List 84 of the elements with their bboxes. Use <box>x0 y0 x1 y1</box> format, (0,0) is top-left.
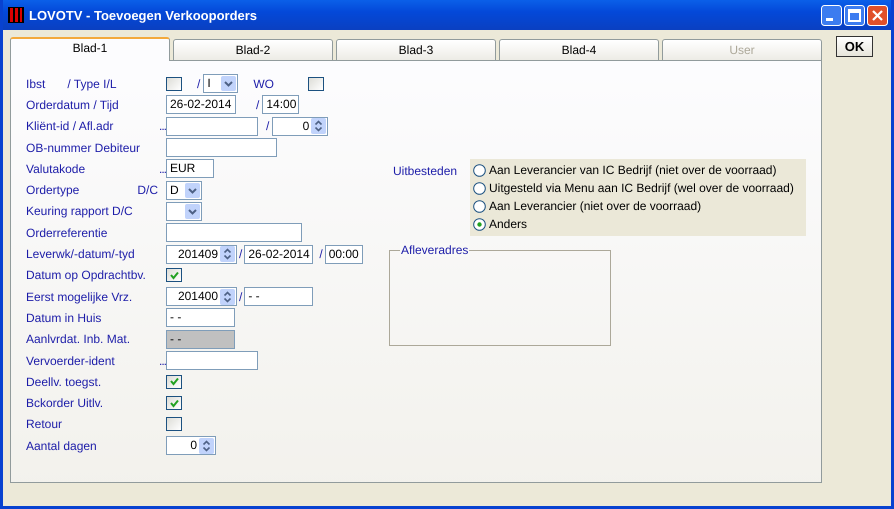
input-field[interactable]: - - <box>166 308 235 328</box>
field-label: Orderdatum / Tijd <box>26 98 119 112</box>
checkbox[interactable] <box>308 76 324 91</box>
separator-slash: / <box>239 290 242 304</box>
checkbox[interactable] <box>166 76 182 91</box>
field-label: WO <box>253 76 274 91</box>
check-icon <box>170 270 178 280</box>
separator-slash: / <box>266 119 270 134</box>
lookup-link[interactable]: ... <box>158 119 166 134</box>
separator-slash: / <box>256 98 260 112</box>
radio-option[interactable]: Aan Leverancier van IC Bedrijf (niet over de voorraad) <box>473 161 798 179</box>
field-label: Uitbesteden <box>393 164 458 178</box>
window-title: LOVOTV - Toevoegen Verkooporders <box>29 8 258 22</box>
spin-field[interactable]: 0 <box>166 436 216 456</box>
minimize-icon[interactable] <box>821 4 842 26</box>
chevron-down-icon[interactable] <box>221 76 236 92</box>
spin-arrows-icon[interactable] <box>311 118 326 134</box>
separator-slash: / <box>197 76 200 91</box>
field-label: Datum op Opdrachtbv. <box>26 268 146 282</box>
separator-slash: / <box>239 247 242 262</box>
field-label: Aantal dagen <box>26 438 97 453</box>
field-label: / Type I/L <box>67 76 116 91</box>
chevron-down-icon[interactable] <box>185 182 200 198</box>
input-field[interactable] <box>166 223 302 242</box>
input-field[interactable] <box>166 351 258 370</box>
checkbox[interactable] <box>166 417 182 432</box>
input-field[interactable]: 00:00 <box>324 244 363 264</box>
field-label: Datum in Huis <box>26 310 102 325</box>
radio-option[interactable]: Anders <box>473 215 798 233</box>
field-label: Aanlvrdat. Inb. Mat. <box>26 332 130 346</box>
field-label: Retour <box>26 417 62 432</box>
ok-button[interactable]: OK <box>836 36 873 57</box>
field-label: Deellv. toegst. <box>26 374 102 389</box>
field-label: Orderreferentie <box>26 226 108 240</box>
field-label: Vervoerder-ident <box>26 354 115 368</box>
input-field[interactable]: 26-02-2014 <box>166 95 236 114</box>
spin-field[interactable]: 0 <box>272 116 328 136</box>
tab[interactable]: Blad-1 <box>10 37 170 61</box>
app-icon <box>8 7 24 23</box>
field-label: Valutakode <box>26 162 86 176</box>
input-field[interactable]: 14:00 <box>262 95 300 114</box>
spin-field[interactable]: 201409 <box>166 244 237 264</box>
field-label: Eerst mogelijke Vrz. <box>26 290 132 304</box>
field-label: Ibst <box>26 76 46 91</box>
field-label: Keuring rapport D/C <box>26 204 133 218</box>
radio-icon[interactable] <box>473 200 486 212</box>
radio-icon[interactable] <box>473 164 486 176</box>
tab[interactable]: Blad-2 <box>173 39 333 60</box>
field-label: OB-nummer Debiteur <box>26 140 140 155</box>
dropdown[interactable]: D <box>166 180 202 200</box>
checkbox[interactable] <box>166 396 182 410</box>
radio-icon[interactable] <box>473 218 486 230</box>
field-label: Leverwk/-datum/-tyd <box>26 247 135 262</box>
group-title: Afleveradres <box>400 243 470 257</box>
input-field[interactable]: EUR <box>166 159 214 178</box>
tab[interactable]: Blad-3 <box>336 39 496 60</box>
tab[interactable]: Blad-4 <box>499 39 659 60</box>
dropdown[interactable] <box>166 202 202 221</box>
chevron-down-icon[interactable] <box>185 204 200 219</box>
check-icon <box>170 398 178 408</box>
input-field[interactable] <box>166 116 258 136</box>
checkbox[interactable] <box>166 374 182 389</box>
radio-option[interactable]: Uitgesteld via Menu aan IC Bedrijf (wel over de voorraad) <box>473 179 798 197</box>
field-label: Bckorder Uitlv. <box>26 396 104 410</box>
close-icon[interactable] <box>867 4 888 26</box>
separator-slash: / <box>319 247 323 262</box>
input-field[interactable]: - - <box>244 287 314 306</box>
maximize-icon[interactable] <box>844 4 865 26</box>
field-label: Kliënt-id / Afl.adr <box>26 119 114 134</box>
spin-arrows-icon[interactable] <box>220 246 235 262</box>
spin-arrows-icon[interactable] <box>199 438 214 454</box>
checkbox[interactable] <box>166 268 182 282</box>
field-label: Ordertype <box>26 183 80 198</box>
radio-icon[interactable] <box>473 182 486 194</box>
dropdown[interactable]: I <box>203 74 238 94</box>
spin-arrows-icon[interactable] <box>220 288 235 305</box>
spin-field[interactable]: 201400 <box>166 287 237 306</box>
check-icon <box>170 377 178 386</box>
field-label: D/C <box>137 183 158 198</box>
lookup-link[interactable]: ... <box>158 162 166 176</box>
input-field[interactable] <box>166 138 277 158</box>
input-field[interactable]: 26-02-2014 <box>244 244 314 264</box>
radio-option[interactable]: Aan Leverancier (niet over de voorraad) <box>473 197 798 215</box>
lookup-link[interactable]: ... <box>158 354 166 368</box>
